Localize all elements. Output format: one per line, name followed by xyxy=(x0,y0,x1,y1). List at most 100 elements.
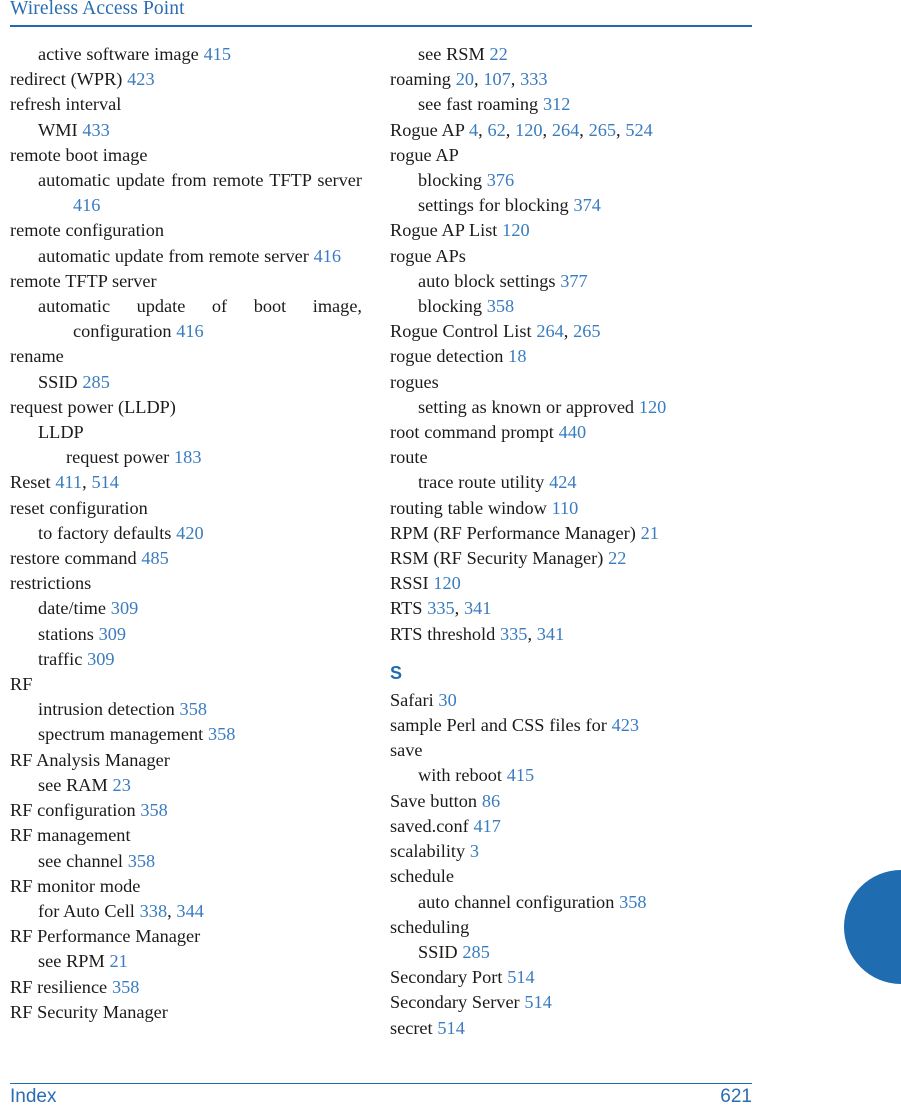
index-subentry: see RAM 23 xyxy=(38,774,131,795)
page-reference[interactable]: 30 xyxy=(438,690,456,710)
page-reference[interactable]: 264 xyxy=(536,321,563,341)
page-reference[interactable]: 335 xyxy=(500,624,527,644)
index-entry: RSM (RF Security Manager) 22 xyxy=(390,548,627,569)
page-reference[interactable]: 285 xyxy=(462,942,489,962)
index-entry: rogue detection 18 xyxy=(390,346,527,367)
index-subentry: see RPM 21 xyxy=(38,951,128,972)
index-subentry: auto channel configuration 358 xyxy=(418,891,647,912)
index-entry: remote configuration xyxy=(10,220,165,241)
page-reference[interactable]: 341 xyxy=(537,624,564,644)
page-reference[interactable]: 338 xyxy=(140,901,167,921)
page-reference[interactable]: 110 xyxy=(552,498,579,518)
page-reference[interactable]: 514 xyxy=(524,992,551,1012)
page-reference[interactable]: 335 xyxy=(427,598,454,618)
page-reference[interactable]: 358 xyxy=(619,892,646,912)
page-reference[interactable]: 358 xyxy=(208,724,235,744)
running-header: Wireless Access Point xyxy=(10,0,752,27)
page-reference[interactable]: 485 xyxy=(141,548,168,568)
page-reference[interactable]: 416 xyxy=(314,246,341,266)
index-entry-list-left: active software image 415 redirect (WPR) … xyxy=(10,42,362,1025)
index-entry: scalability 3 xyxy=(390,841,480,862)
page-reference[interactable]: 23 xyxy=(113,775,131,795)
index-subentry: see channel 358 xyxy=(38,850,156,871)
page-reference[interactable]: 4 xyxy=(469,120,478,140)
page-reference[interactable]: 309 xyxy=(111,598,138,618)
index-subentry: settings for blocking 374 xyxy=(418,195,601,216)
page-reference[interactable]: 358 xyxy=(128,851,155,871)
index-entry: refresh interval xyxy=(10,94,122,115)
page-reference[interactable]: 433 xyxy=(82,120,109,140)
page-reference[interactable]: 62 xyxy=(487,120,505,140)
page-reference[interactable]: 423 xyxy=(612,715,639,735)
index-subentry: see fast roaming 312 xyxy=(418,94,571,115)
page-reference[interactable]: 309 xyxy=(99,624,126,644)
page-reference[interactable]: 22 xyxy=(608,548,626,568)
page-reference[interactable]: 415 xyxy=(204,44,231,64)
page-reference[interactable]: 358 xyxy=(487,296,514,316)
page-reference[interactable]: 285 xyxy=(82,372,109,392)
page-reference[interactable]: 524 xyxy=(625,120,652,140)
index-entry: RF Analysis Manager xyxy=(10,749,170,770)
page-reference[interactable]: 107 xyxy=(483,69,510,89)
index-subentry: blocking 358 xyxy=(418,296,515,317)
index-entry: RF management xyxy=(10,825,131,846)
index-entry: Rogue AP List 120 xyxy=(390,220,530,241)
page-reference[interactable]: 120 xyxy=(515,120,542,140)
running-header-title: Wireless Access Point xyxy=(10,0,185,19)
page-reference[interactable]: 358 xyxy=(112,977,139,997)
page-reference[interactable]: 420 xyxy=(176,523,203,543)
index-entry: RTS threshold 335, 341 xyxy=(390,623,565,644)
page-reference[interactable]: 514 xyxy=(91,472,118,492)
footer-section-label: Index xyxy=(10,1086,57,1108)
index-subentry: trace route utility 424 xyxy=(418,472,577,493)
page-reference[interactable]: 22 xyxy=(490,44,508,64)
page-reference[interactable]: 120 xyxy=(639,397,666,417)
page-reference[interactable]: 21 xyxy=(641,523,659,543)
index-entry: RF monitor mode xyxy=(10,875,141,896)
page-reference[interactable]: 18 xyxy=(508,346,526,366)
page-reference[interactable]: 265 xyxy=(589,120,616,140)
index-entry: secret 514 xyxy=(390,1017,465,1038)
page-reference[interactable]: 3 xyxy=(470,841,479,861)
page-reference[interactable]: 416 xyxy=(176,321,203,341)
page-reference[interactable]: 416 xyxy=(73,195,100,215)
page-reference[interactable]: 264 xyxy=(552,120,579,140)
index-subentry: auto block settings 377 xyxy=(418,270,588,291)
page-reference[interactable]: 424 xyxy=(549,472,576,492)
page-reference[interactable]: 333 xyxy=(520,69,547,89)
page-reference[interactable]: 374 xyxy=(573,195,600,215)
page-reference[interactable]: 358 xyxy=(140,800,167,820)
page-reference[interactable]: 309 xyxy=(87,649,114,669)
index-subentry: see RSM 22 xyxy=(418,44,508,64)
index-entry: scheduling xyxy=(390,916,470,937)
page-reference[interactable]: 183 xyxy=(174,447,201,467)
page-reference[interactable]: 120 xyxy=(502,220,529,240)
index-entry: restrictions xyxy=(10,573,92,594)
index-entry: roaming 20, 107, 333 xyxy=(390,69,548,90)
page-reference[interactable]: 376 xyxy=(487,170,514,190)
page-reference[interactable]: 415 xyxy=(507,765,534,785)
page-reference[interactable]: 86 xyxy=(482,791,500,811)
page-reference[interactable]: 20 xyxy=(456,69,474,89)
page-footer-rule xyxy=(10,1083,752,1085)
page-reference[interactable]: 423 xyxy=(127,69,154,89)
page-reference[interactable]: 514 xyxy=(437,1018,464,1038)
page-reference[interactable]: 411 xyxy=(55,472,82,492)
page-reference[interactable]: 377 xyxy=(560,271,587,291)
page-reference[interactable]: 265 xyxy=(573,321,600,341)
index-entry: Rogue Control List 264, 265 xyxy=(390,321,601,342)
index-entry: rogue APs xyxy=(390,245,466,266)
page-reference[interactable]: 120 xyxy=(433,573,460,593)
page-reference[interactable]: 514 xyxy=(507,967,534,987)
page-reference[interactable]: 21 xyxy=(110,951,128,971)
index-subentry: request power 183 xyxy=(66,447,202,468)
index-entry: rogue AP xyxy=(390,144,459,165)
page-reference[interactable]: 417 xyxy=(473,816,500,836)
page-reference[interactable]: 312 xyxy=(543,94,570,114)
page-reference[interactable]: 358 xyxy=(180,699,207,719)
page-reference[interactable]: 440 xyxy=(559,422,586,442)
page-reference[interactable]: 341 xyxy=(464,598,491,618)
page-reference[interactable]: 344 xyxy=(176,901,203,921)
index-subentry: LLDP xyxy=(38,422,84,443)
index-entry: rogues xyxy=(390,371,439,392)
